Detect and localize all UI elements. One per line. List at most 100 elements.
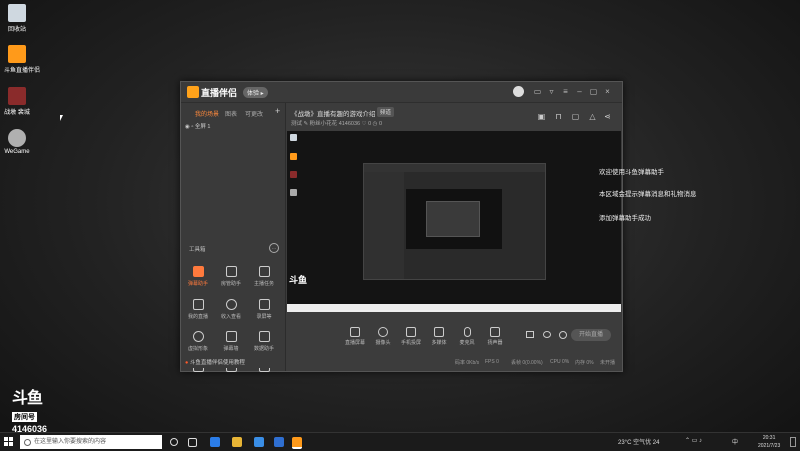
- input-language[interactable]: 中: [732, 437, 738, 446]
- danmu-message: 添加弹幕助手成功: [599, 215, 651, 222]
- room-label: 房间号: [12, 412, 37, 422]
- preview-desktop-icon: [290, 189, 297, 196]
- desktop-icon-game[interactable]: 战墩 裴城: [4, 87, 30, 116]
- danmu-icon: [192, 266, 204, 277]
- taskbar: 在这里输入你要搜索的内容 23°C 空气优 24 ⌃ ▭ ♪ 中 20:31 2…: [0, 432, 800, 451]
- nested-screen-inner: [426, 201, 480, 237]
- tool-danmu-assistant[interactable]: 弹幕助手: [183, 266, 213, 287]
- preview-watermark: 斗鱼: [289, 275, 308, 285]
- tab-editable[interactable]: 可更改: [245, 109, 263, 118]
- desktop-icon-douyu-companion[interactable]: 斗鱼直播伴侣: [4, 45, 40, 74]
- douyu-logo: 斗鱼: [12, 390, 43, 407]
- eye-icon: ◉ ▫: [185, 124, 195, 130]
- microphone-button[interactable]: 麦克风: [455, 327, 479, 346]
- tray-icons[interactable]: ⌃ ▭ ♪: [685, 437, 702, 444]
- microphone-icon: [463, 327, 471, 337]
- start-live-button[interactable]: 开始直播: [571, 329, 611, 341]
- close-icon[interactable]: ×: [603, 87, 612, 96]
- tab-my-scenes[interactable]: 我的场景: [195, 109, 219, 118]
- desktop-icon-wegame[interactable]: WeGame: [4, 129, 30, 155]
- game-app-icon: [8, 87, 26, 105]
- taskbar-search-input[interactable]: 在这里输入你要搜索的内容: [20, 435, 162, 449]
- mouse-cursor-icon: [60, 115, 63, 121]
- settings-gear-icon[interactable]: [559, 331, 567, 339]
- notification-icon[interactable]: [790, 437, 796, 447]
- preview-desktop-icon: [290, 153, 297, 160]
- version-badge[interactable]: 体验 ▸: [243, 87, 268, 98]
- clock[interactable]: 20:31 2021/7/23: [758, 434, 780, 450]
- tab-charts[interactable]: 图表: [225, 109, 237, 118]
- douyu-watermark: 斗鱼 房间号 4146036: [12, 390, 47, 434]
- camera-button[interactable]: 摄像头: [371, 327, 395, 346]
- clock-date: 2021/7/23: [758, 443, 781, 449]
- douyu-companion-icon: [8, 45, 26, 63]
- wegame-icon: [8, 129, 26, 147]
- tool-record[interactable]: 录屏等: [249, 299, 279, 320]
- tool-data-assistant[interactable]: 数据助手: [249, 331, 279, 352]
- more-tools-icon[interactable]: …: [269, 243, 279, 253]
- windows-start-icon[interactable]: [4, 437, 14, 447]
- task-view-icon[interactable]: [188, 438, 197, 447]
- phone-icon: [406, 327, 416, 337]
- tool-avatar[interactable]: 虚拟形象: [183, 331, 213, 352]
- title-bar: 直播伴侣 体验 ▸ ▭ ▿ ≡ – ▢ ×: [181, 82, 622, 103]
- app-logo-icon: [187, 86, 199, 98]
- message-icon[interactable]: ▭: [533, 87, 542, 96]
- nested-screen: [406, 189, 502, 249]
- app-blue-icon[interactable]: [274, 437, 284, 447]
- live-icon: [192, 299, 204, 310]
- speaker-button[interactable]: 扬声器: [483, 327, 507, 346]
- preview-eye-icon[interactable]: [543, 331, 551, 338]
- help-link[interactable]: ● 斗鱼直播伴侣使用教程: [185, 358, 281, 368]
- status-live: 未开播: [600, 360, 616, 366]
- shirt-icon[interactable]: ▿: [547, 87, 556, 96]
- douyu-taskbar-icon[interactable]: [292, 437, 302, 449]
- camera-icon: [378, 327, 388, 337]
- danmu-message: 欢迎使用斗鱼弹幕助手: [599, 169, 664, 176]
- speaker-icon: [490, 327, 500, 337]
- desktop-icon-recycle-bin[interactable]: 回收站: [4, 4, 30, 33]
- toolbox-title: 工具箱: [189, 247, 206, 253]
- screen-capture-button[interactable]: 直播屏幕: [343, 327, 367, 346]
- file-explorer-icon[interactable]: [232, 437, 242, 447]
- tool-anchor-task[interactable]: 主播任务: [249, 266, 279, 287]
- douyu-small-icon: ●: [185, 360, 189, 366]
- phone-cast-button[interactable]: 手机投屏: [399, 327, 423, 346]
- room-info: 测试 ✎ 粉丝小花花 4146036 ♡ 0 ◷ 0: [291, 121, 383, 127]
- screen-icon: [350, 327, 360, 337]
- edge-icon[interactable]: [210, 437, 220, 447]
- status-bar: 码率 0Kb/s FPS 0 丢帧 0(0.00%) CPU 0% 内存 0% …: [287, 358, 621, 368]
- user-icon: [225, 266, 237, 277]
- nested-titlebar: [364, 164, 545, 172]
- status-fps: FPS 0: [485, 359, 499, 365]
- data-icon: [258, 331, 270, 342]
- box-icon[interactable]: ▢: [571, 112, 580, 121]
- multimedia-button[interactable]: 多媒体: [427, 327, 451, 346]
- weather-widget[interactable]: 23°C 空气优 24: [618, 437, 659, 446]
- add-scene-button[interactable]: +: [275, 106, 280, 116]
- tool-my-live[interactable]: 我的直播: [183, 299, 213, 320]
- scene-item[interactable]: ◉ ▫ 全屏 1: [185, 122, 210, 130]
- media-icon: [434, 327, 444, 337]
- settings-icon[interactable]: ≡: [561, 87, 570, 96]
- maximize-icon[interactable]: ▢: [589, 87, 598, 96]
- lock-icon[interactable]: ⊓: [554, 112, 563, 121]
- companion-window: 直播伴侣 体验 ▸ ▭ ▿ ≡ – ▢ × 我的场景 图表 可更改 + ◉ ▫ …: [180, 81, 623, 372]
- tool-room-manager[interactable]: 房管助手: [216, 266, 246, 287]
- cortana-icon[interactable]: [170, 438, 178, 446]
- gift-icon[interactable]: ▣: [537, 112, 546, 121]
- stream-preview[interactable]: 斗鱼: [287, 131, 621, 312]
- search-icon: [24, 439, 31, 446]
- nested-window: [363, 163, 546, 280]
- download-icon: [225, 299, 237, 310]
- record-video-icon[interactable]: [526, 331, 534, 338]
- store-icon[interactable]: [254, 437, 264, 447]
- tool-danmu-wall[interactable]: 弹幕墙: [216, 331, 246, 352]
- minimize-icon[interactable]: –: [575, 87, 584, 96]
- avatar[interactable]: [513, 86, 524, 97]
- bell-icon[interactable]: △: [588, 112, 597, 121]
- share-icon[interactable]: ⋖: [603, 112, 612, 121]
- preview-desktop-icon: [290, 171, 297, 178]
- tool-income[interactable]: 收入查看: [216, 299, 246, 320]
- room-badge[interactable]: 频道: [377, 107, 395, 117]
